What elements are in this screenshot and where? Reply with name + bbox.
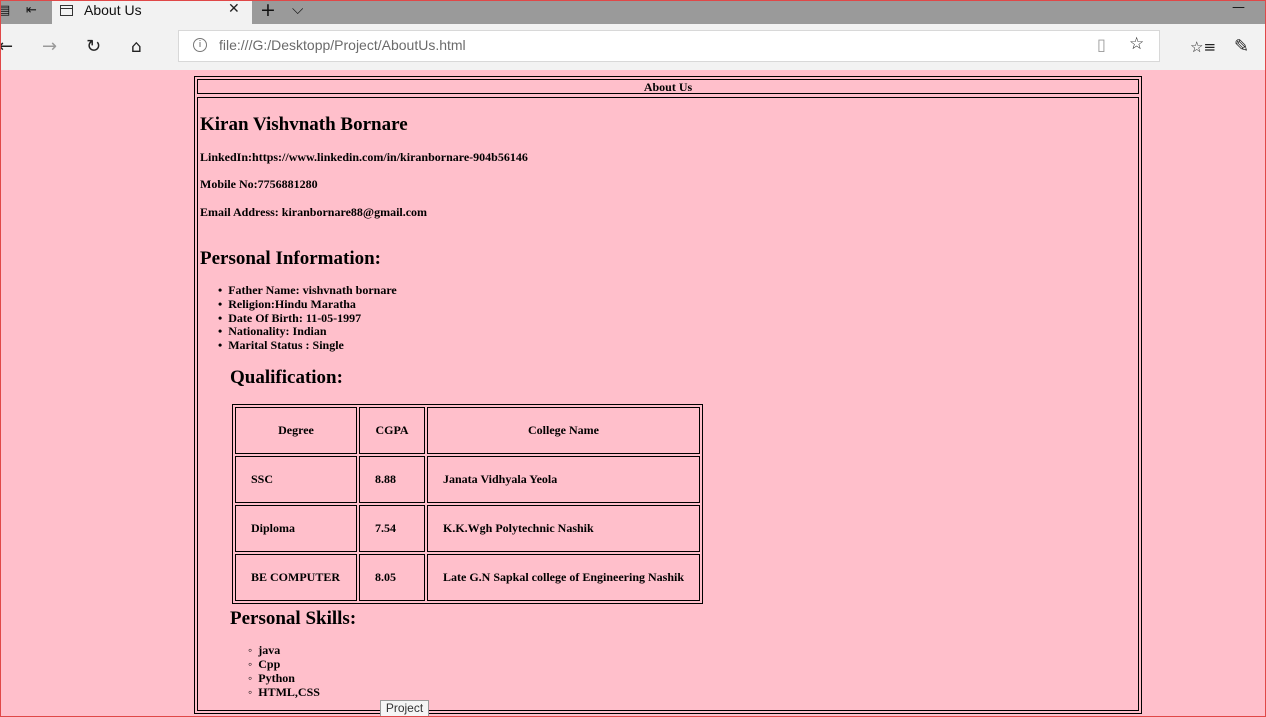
tab-about-us[interactable]: About Us ✕ [52, 0, 252, 24]
list-item: ◦ Python [248, 671, 295, 685]
table-cell: 8.05 [359, 554, 425, 601]
address-url: file:///G:/Desktopp/Project/AboutUs.html [219, 37, 466, 53]
page-header: About Us [197, 79, 1139, 94]
table-header-row: Degree CGPA College Name [235, 407, 701, 454]
table-row: BE COMPUTER 8.05 Late G.N Sapkal college… [235, 554, 701, 601]
new-tab-button[interactable]: + [260, 0, 276, 21]
set-tabs-aside-icon[interactable]: ⇤ [26, 2, 37, 20]
table-cell: Janata Vidhyala Yeola [427, 456, 701, 503]
favorite-star-icon[interactable]: ☆ [1129, 34, 1144, 54]
about-us-table: About Us Kiran Vishvnath Bornare LinkedI… [194, 76, 1142, 714]
tab-list-chevron-icon[interactable]: ⌵ [292, 0, 303, 18]
table-header: College Name [427, 407, 701, 454]
list-item: • Religion:Hindu Maratha [218, 297, 356, 311]
content-cell: Kiran Vishvnath Bornare LinkedIn:https:/… [197, 97, 1139, 711]
table-header: Degree [235, 407, 357, 454]
email-text: Email Address: kiranbornare88@gmail.com [200, 205, 428, 219]
personal-info-heading: Personal Information: [200, 248, 382, 269]
home-icon[interactable]: ⌂ [131, 36, 142, 58]
list-item: • Marital Status : Single [218, 338, 344, 352]
favorites-hub-icon[interactable]: ☆≡ [1190, 36, 1216, 58]
table-cell: SSC [235, 456, 357, 503]
page-icon [60, 5, 73, 16]
table-cell: K.K.Wgh Polytechnic Nashik [427, 505, 701, 552]
table-cell: BE COMPUTER [235, 554, 357, 601]
list-item: ◦ Cpp [248, 657, 281, 671]
table-cell: 8.88 [359, 456, 425, 503]
list-item: • Nationality: Indian [218, 324, 327, 338]
skills-heading: Personal Skills: [230, 608, 357, 629]
table-row: SSC 8.88 Janata Vidhyala Yeola [235, 456, 701, 503]
table-cell: Diploma [235, 505, 357, 552]
browser-toolbar: ← → ↻ ⌂ i file:///G:/Desktopp/Project/Ab… [0, 24, 1266, 70]
forward-icon[interactable]: → [42, 36, 57, 58]
tab-title: About Us [84, 2, 142, 18]
refresh-icon[interactable]: ↻ [86, 36, 101, 58]
mobile-text: Mobile No:7756881280 [200, 177, 318, 191]
tab-preview-icon[interactable]: ▤ [0, 2, 10, 20]
tab-strip: ▤ ⇤ About Us ✕ + ⌵ — [0, 0, 1266, 24]
site-info-icon[interactable]: i [193, 38, 207, 52]
table-header: CGPA [359, 407, 425, 454]
table-cell: 7.54 [359, 505, 425, 552]
address-bar[interactable]: i file:///G:/Desktopp/Project/AboutUs.ht… [178, 30, 1160, 62]
linkedin-text: LinkedIn:https://www.linkedin.com/in/kir… [200, 150, 528, 164]
minimize-button[interactable]: — [1232, 0, 1245, 15]
list-item: ◦ java [248, 643, 281, 657]
list-item: • Father Name: vishvnath bornare [218, 283, 397, 297]
qualification-table: Degree CGPA College Name SSC 8.88 Janata… [232, 404, 704, 604]
qualification-heading: Qualification: [230, 367, 343, 388]
reading-view-icon[interactable]: ▯ [1097, 35, 1106, 54]
table-row: Diploma 7.54 K.K.Wgh Polytechnic Nashik [235, 505, 701, 552]
close-tab-icon[interactable]: ✕ [228, 1, 240, 17]
list-item: ◦ HTML,CSS [248, 685, 320, 699]
tooltip: Project [380, 700, 429, 717]
pen-icon[interactable]: ✎ [1234, 36, 1249, 58]
person-name: Kiran Vishvnath Bornare [200, 114, 408, 135]
back-icon[interactable]: ← [0, 36, 13, 58]
table-cell: Late G.N Sapkal college of Engineering N… [427, 554, 701, 601]
